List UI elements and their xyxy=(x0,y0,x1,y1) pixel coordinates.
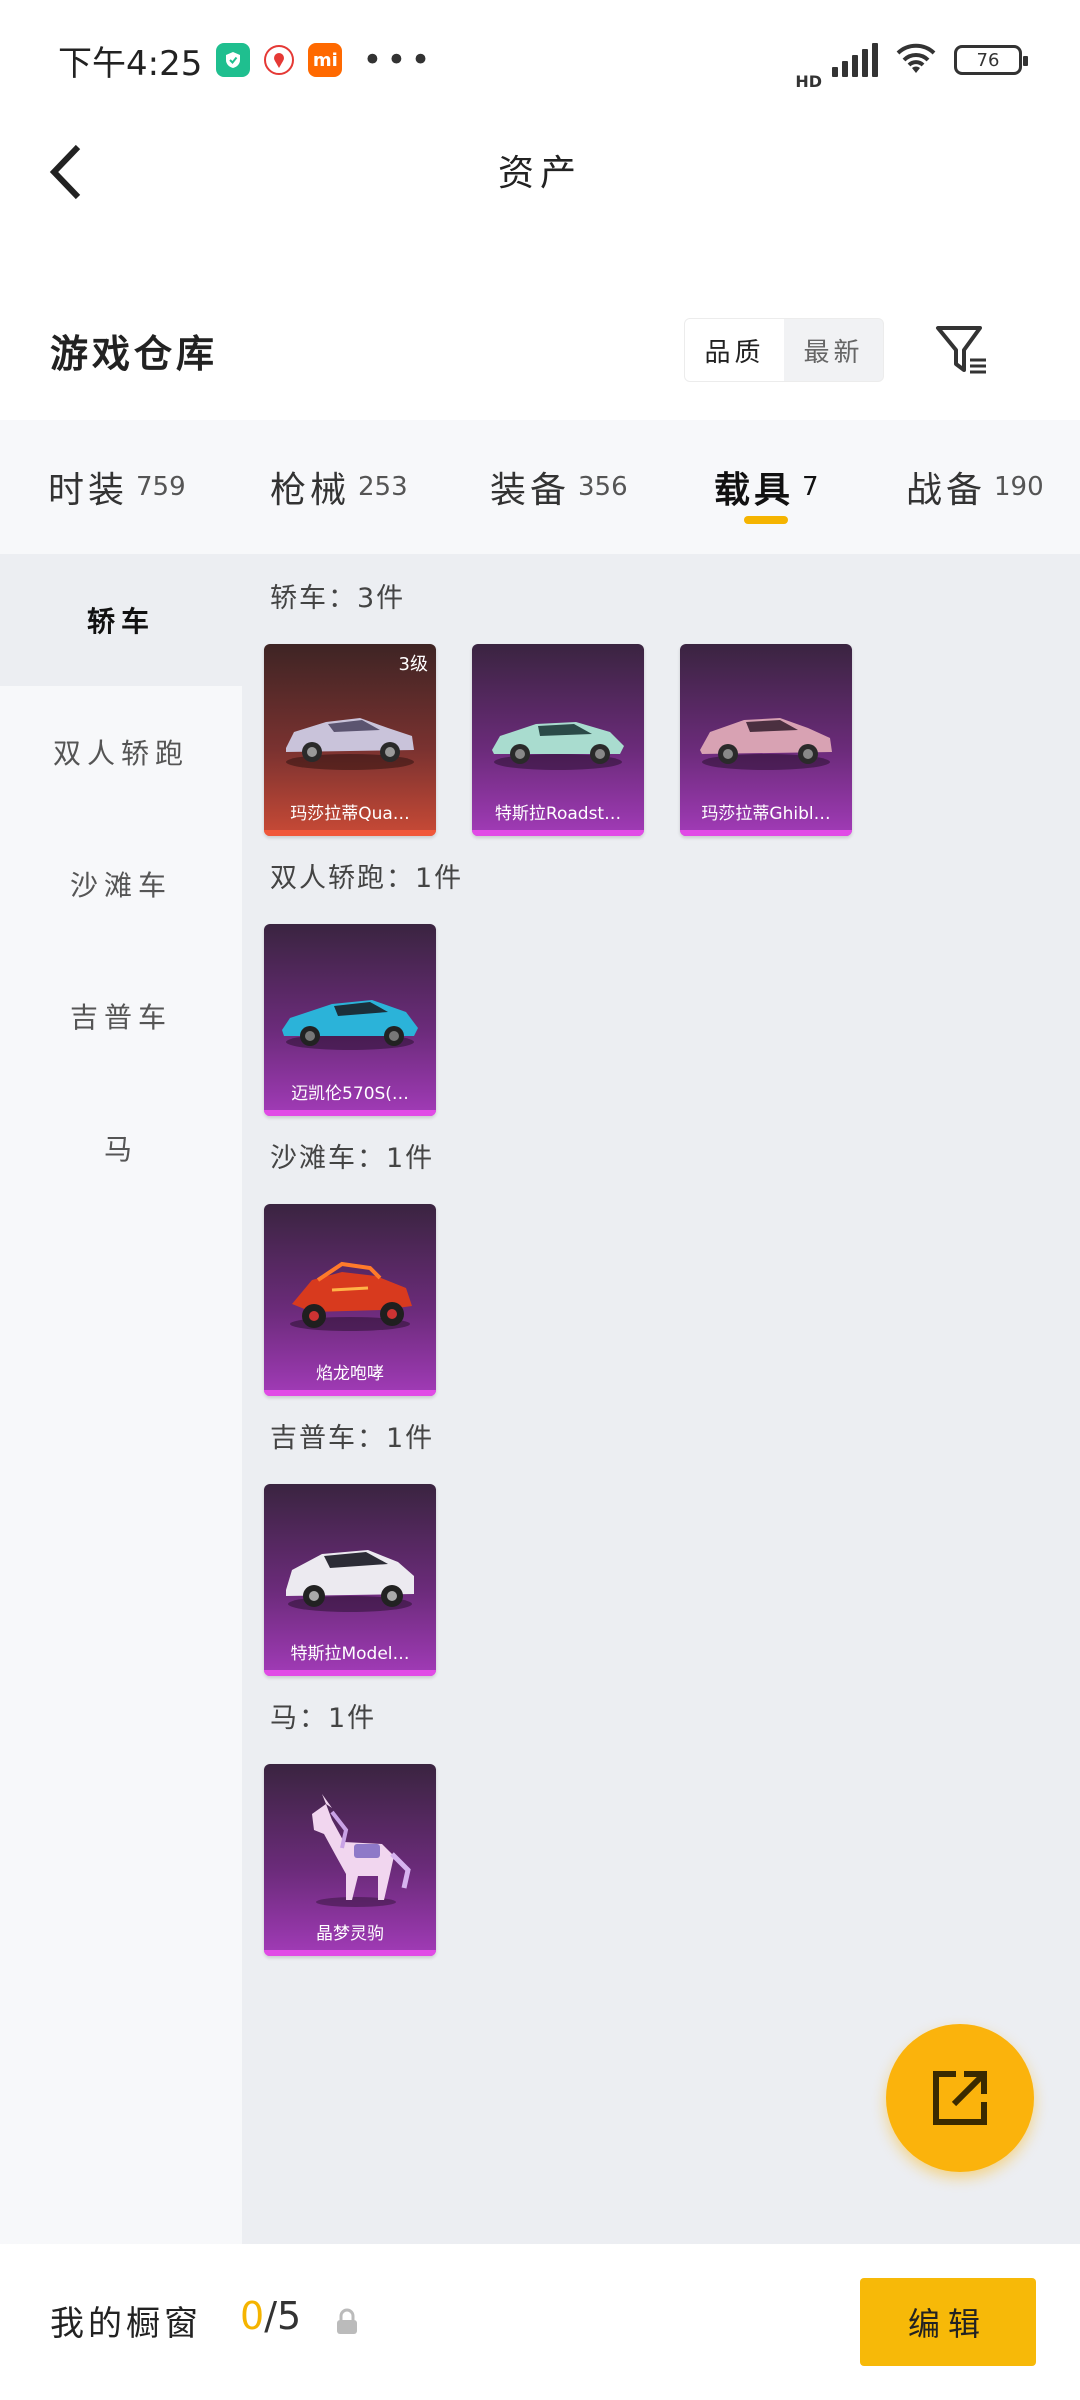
sidebar-item-horse[interactable]: 马 xyxy=(0,1082,242,1214)
filter-button[interactable] xyxy=(930,318,994,382)
item-name: 晶梦灵驹 xyxy=(316,1924,384,1944)
showcase-bar: 我的橱窗 0/5 编辑 xyxy=(0,2244,1080,2400)
item-name: 玛莎拉蒂Ghibl… xyxy=(701,804,831,824)
battery-level: 76 xyxy=(976,49,1000,71)
item-card[interactable]: 特斯拉Roadst… xyxy=(472,644,644,836)
sidebar-item-coupe[interactable]: 双人轿跑 xyxy=(0,686,242,818)
section-title: 沙滩车：1件 xyxy=(270,1143,435,1174)
page-header: 资产 xyxy=(0,120,1080,220)
tab-label: 载具 xyxy=(714,470,795,511)
item-name: 特斯拉Roadst… xyxy=(494,804,622,824)
section-title: 双人轿跑：1件 xyxy=(270,863,464,894)
silver-sedan-image xyxy=(286,718,414,770)
blue-supercar-image xyxy=(282,1000,418,1050)
sidebar-item-sedan[interactable]: 轿车 xyxy=(0,554,242,686)
tab-count: 253 xyxy=(358,472,408,502)
back-button[interactable] xyxy=(36,142,96,202)
chevron-left-icon xyxy=(49,144,81,200)
item-card[interactable]: 迈凯伦570S(… xyxy=(264,924,436,1116)
crystal-horse-image xyxy=(312,1794,411,1907)
tab-equipment[interactable]: 装备 356 xyxy=(490,420,628,554)
status-time: 下午4:25 xyxy=(58,43,203,84)
item-card[interactable]: 玛莎拉蒂Ghibl… xyxy=(680,644,852,836)
item-name: 焰龙咆哮 xyxy=(316,1364,384,1384)
item-card[interactable]: 焰龙咆哮 xyxy=(264,1204,436,1396)
battery-icon: 76 xyxy=(954,45,1028,75)
hd-indicator: HD xyxy=(795,71,822,91)
showcase-count: 0/5 xyxy=(240,2294,301,2338)
showcase-count-current: 0 xyxy=(240,2294,265,2338)
item-name: 玛莎拉蒂Qua… xyxy=(290,804,410,824)
filter-icon xyxy=(936,326,986,374)
sidebar-item-buggy[interactable]: 沙滩车 xyxy=(0,818,242,950)
section-title: 吉普车：1件 xyxy=(270,1423,435,1454)
sort-toggle: 品质 最新 xyxy=(684,318,884,382)
category-tabs: 时装 759 枪械 253 装备 356 载具 7 战备 190 xyxy=(0,420,1080,554)
wifi-icon xyxy=(896,43,936,73)
active-tab-indicator xyxy=(744,516,789,524)
sidebar-item-jeep[interactable]: 吉普车 xyxy=(0,950,242,1082)
mint-roadster-image xyxy=(492,722,624,770)
tab-count: 356 xyxy=(578,472,628,502)
warehouse-row: 游戏仓库 品质 最新 xyxy=(0,310,1080,390)
lock-icon xyxy=(337,2308,357,2334)
tab-label: 装备 xyxy=(490,470,571,511)
map-app-icon xyxy=(264,45,295,75)
signal-icon xyxy=(832,43,878,77)
pink-sedan-image xyxy=(700,718,832,770)
red-buggy-image xyxy=(290,1261,412,1331)
section-title: 马：1件 xyxy=(270,1703,377,1734)
tab-label: 枪械 xyxy=(270,470,351,511)
tab-count: 190 xyxy=(994,472,1044,502)
white-suv-image xyxy=(286,1550,414,1612)
item-card[interactable]: 晶梦灵驹 xyxy=(264,1764,436,1956)
external-link-icon xyxy=(933,2071,987,2125)
mi-app-icon: mi xyxy=(308,43,343,77)
sort-newest-button[interactable]: 最新 xyxy=(784,319,883,381)
section-title: 轿车：3件 xyxy=(270,583,406,614)
tab-firearms[interactable]: 枪械 253 xyxy=(270,420,408,554)
subcategory-sidebar: 轿车 双人轿跑 沙滩车 吉普车 马 xyxy=(0,554,242,2244)
item-card[interactable]: 特斯拉Model… xyxy=(264,1484,436,1676)
showcase-count-total: /5 xyxy=(264,2294,302,2338)
more-notifications-icon: ••• xyxy=(362,40,435,80)
tab-fashion[interactable]: 时装 759 xyxy=(48,420,186,554)
item-card[interactable]: 3级 玛莎拉蒂Qua… xyxy=(264,644,436,836)
warehouse-title: 游戏仓库 xyxy=(50,331,219,376)
share-fab-button[interactable] xyxy=(886,2024,1034,2172)
tab-battle-gear[interactable]: 战备 190 xyxy=(906,420,1044,554)
main-content: 轿车 双人轿跑 沙滩车 吉普车 马 轿车：3件 3级 玛莎拉蒂Qua… 特斯拉R… xyxy=(0,554,1080,2244)
item-name: 特斯拉Model… xyxy=(290,1644,410,1664)
edit-button[interactable]: 编辑 xyxy=(860,2278,1036,2366)
tab-label: 战备 xyxy=(906,470,987,511)
sort-quality-button[interactable]: 品质 xyxy=(685,319,784,381)
status-bar: 下午4:25 mi ••• HD 76 xyxy=(0,0,1080,120)
tab-label: 时装 xyxy=(48,470,129,511)
item-name: 迈凯伦570S(… xyxy=(291,1084,409,1104)
item-level-badge: 3级 xyxy=(398,654,428,675)
tab-count: 7 xyxy=(802,472,819,502)
security-app-icon xyxy=(216,43,251,77)
tab-vehicles[interactable]: 载具 7 xyxy=(714,420,819,554)
page-title: 资产 xyxy=(497,153,582,194)
showcase-label: 我的橱窗 xyxy=(50,2304,202,2344)
tab-count: 759 xyxy=(136,472,186,502)
